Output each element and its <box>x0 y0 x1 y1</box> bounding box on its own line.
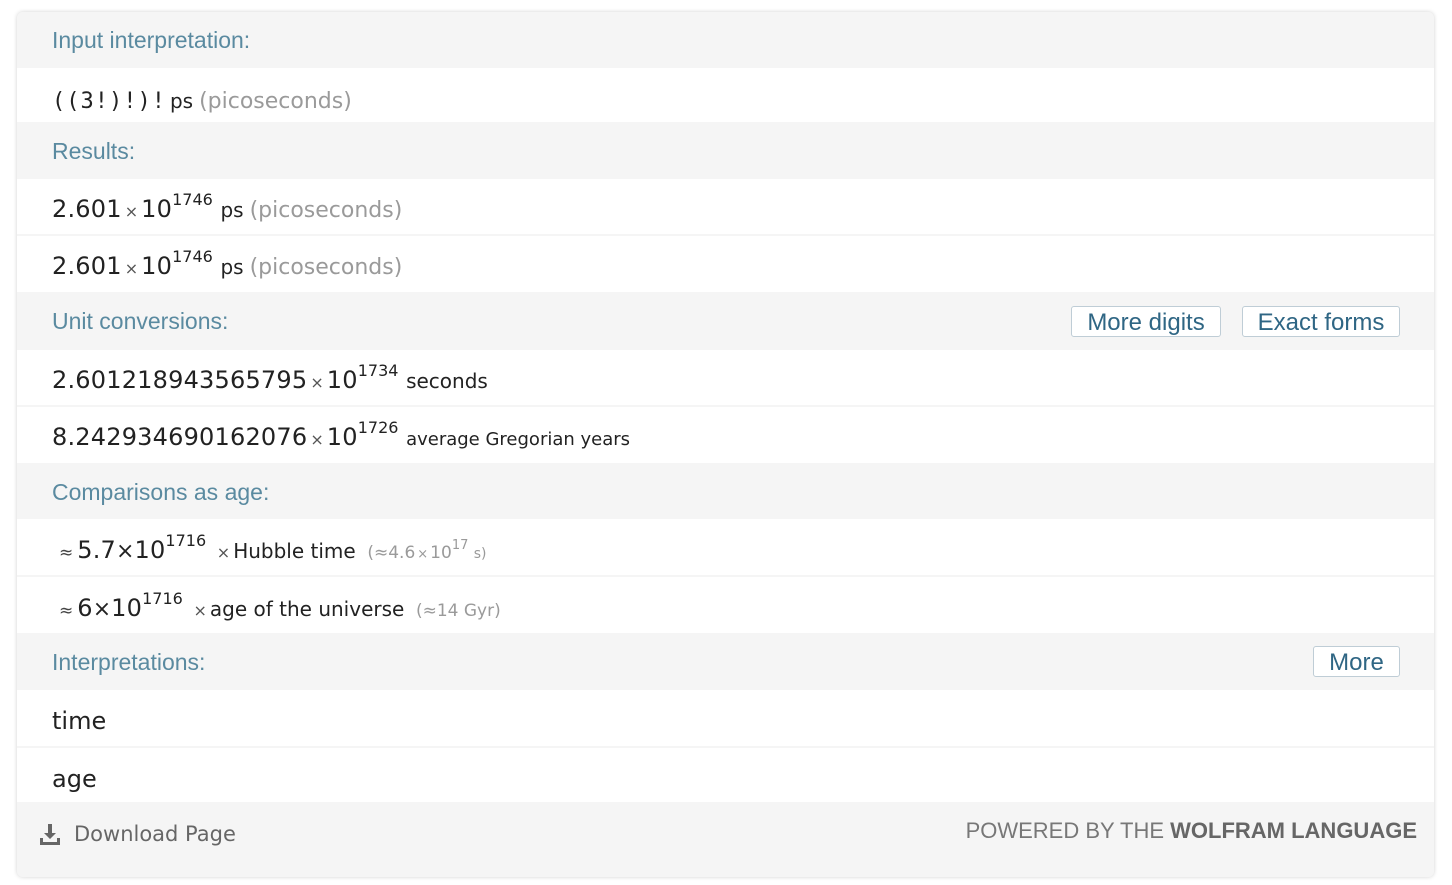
times-symbol: × <box>193 601 207 620</box>
conversion-row[interactable]: 8.242934690162076 × 101726 average Gregori… <box>17 407 1434 463</box>
result-row[interactable]: 2.601 × 101746 ps (picoseconds) <box>17 236 1434 292</box>
result-value: 2.601 × 101746 ps (picoseconds) <box>52 247 403 280</box>
comparison-value: ≈6×101716 × age of the universe (≈14 Gyr) <box>59 589 501 622</box>
times-symbol: × <box>124 259 139 278</box>
download-page-link[interactable]: Download Page <box>38 822 236 846</box>
times-symbol: × <box>216 543 231 562</box>
mantissa: 2.601 <box>52 195 122 223</box>
note-unit: s) <box>473 546 487 562</box>
approx-symbol: ≈ <box>59 601 74 621</box>
times-symbol: × <box>92 597 112 622</box>
base: 10 <box>134 536 166 564</box>
pod-title: Interpretations: <box>52 649 206 675</box>
approx-symbol: ≈ <box>59 543 74 563</box>
unit: average Gregorian years <box>406 429 631 450</box>
interpretation-row[interactable]: age <box>17 748 1434 802</box>
comparison-row[interactable]: ≈5.7×101716 × Hubble time (≈4.6 × 1017 s) <box>17 519 1434 575</box>
pod-comparisons: Comparisons as age: <box>17 463 1434 519</box>
pod-interpretations: Interpretations: More <box>17 633 1434 690</box>
comparison-note: (≈14 Gyr) <box>415 601 501 621</box>
factorial-expression: ((3!)!)! <box>52 89 166 114</box>
base: 10 <box>326 423 358 451</box>
pod-title: Comparisons as age: <box>52 479 270 505</box>
comparison-label: Hubble time <box>233 539 356 563</box>
pod-unit-conversions: Unit conversions: More digits Exact form… <box>17 292 1434 350</box>
exponent: 1726 <box>357 418 399 437</box>
times-symbol: × <box>310 373 324 392</box>
unit: ps <box>169 89 194 113</box>
conversion-value: 8.242934690162076 × 101726 average Gregori… <box>52 418 631 451</box>
mantissa: 2.601 <box>52 252 122 280</box>
more-button[interactable]: More <box>1313 646 1400 677</box>
note-value: (≈4.6 <box>367 543 416 563</box>
interpretation-text: age <box>52 765 97 793</box>
times-symbol: × <box>417 547 429 562</box>
conversion-value: 2.601218943565795 × 101734 seconds <box>52 361 488 394</box>
base: 10 <box>111 594 143 622</box>
download-label: Download Page <box>74 822 236 846</box>
comparison-row[interactable]: ≈6×101716 × age of the universe (≈14 Gyr) <box>17 577 1434 633</box>
comparison-label: age of the universe <box>209 597 405 621</box>
input-row[interactable]: ((3!)!)! ps (picoseconds) <box>17 68 1434 122</box>
interpretation-row[interactable]: time <box>17 690 1434 746</box>
comparison-value: ≈5.7×101716 × Hubble time (≈4.6 × 1017 s) <box>59 531 487 564</box>
pod-title: Input interpretation: <box>52 27 251 53</box>
mantissa: 8.242934690162076 <box>52 423 308 451</box>
times-symbol: × <box>124 202 139 221</box>
powered-brand: WOLFRAM LANGUAGE <box>1170 818 1417 843</box>
download-icon <box>40 824 60 845</box>
conversion-row[interactable]: 2.601218943565795 × 101734 seconds <box>17 350 1434 405</box>
base: 10 <box>326 366 358 394</box>
unit-name: (picoseconds) <box>249 255 403 280</box>
pod-input-interpretation: Input interpretation: <box>17 12 1434 68</box>
mantissa: 2.601218943565795 <box>52 366 308 394</box>
base: 10 <box>141 195 173 223</box>
unit: seconds <box>406 369 488 393</box>
times-symbol: × <box>116 539 135 564</box>
base: 10 <box>141 252 173 280</box>
results-card: Input interpretation: ((3!)!)! ps (picosec… <box>17 12 1434 877</box>
pod-title: Results: <box>52 138 136 164</box>
more-digits-button[interactable]: More digits <box>1071 306 1221 337</box>
mantissa: 6 <box>77 594 93 622</box>
powered-by[interactable]: POWERED BY THE WOLFRAM LANGUAGE <box>966 818 1417 844</box>
pod-title: Unit conversions: <box>52 308 229 334</box>
unit: ps <box>220 198 244 222</box>
exponent: 1734 <box>357 361 399 380</box>
note-exponent: 17 <box>451 538 469 553</box>
interpretation-text: time <box>52 707 107 735</box>
unit: ps <box>220 255 244 279</box>
times-symbol: × <box>310 430 324 449</box>
exponent: 1746 <box>172 247 213 266</box>
unit-name: (picoseconds) <box>249 198 403 223</box>
pod-results: Results: <box>17 122 1434 179</box>
note-base: 10 <box>430 543 452 563</box>
unit-name: (picoseconds) <box>199 89 352 114</box>
comparison-note: (≈4.6 × 1017 s) <box>367 538 487 563</box>
footer: Download Page POWERED BY THE WOLFRAM LAN… <box>17 802 1434 877</box>
mantissa: 5.7 <box>77 536 117 564</box>
powered-prefix: POWERED BY THE <box>965 818 1165 843</box>
exponent: 1716 <box>142 589 183 608</box>
exact-forms-button[interactable]: Exact forms <box>1242 306 1400 337</box>
result-value: 2.601 × 101746 ps (picoseconds) <box>52 190 403 223</box>
exponent: 1716 <box>165 531 207 550</box>
exponent: 1746 <box>172 190 213 209</box>
input-expression: ((3!)!)! ps (picoseconds) <box>52 86 352 114</box>
result-row[interactable]: 2.601 × 101746 ps (picoseconds) <box>17 179 1434 234</box>
